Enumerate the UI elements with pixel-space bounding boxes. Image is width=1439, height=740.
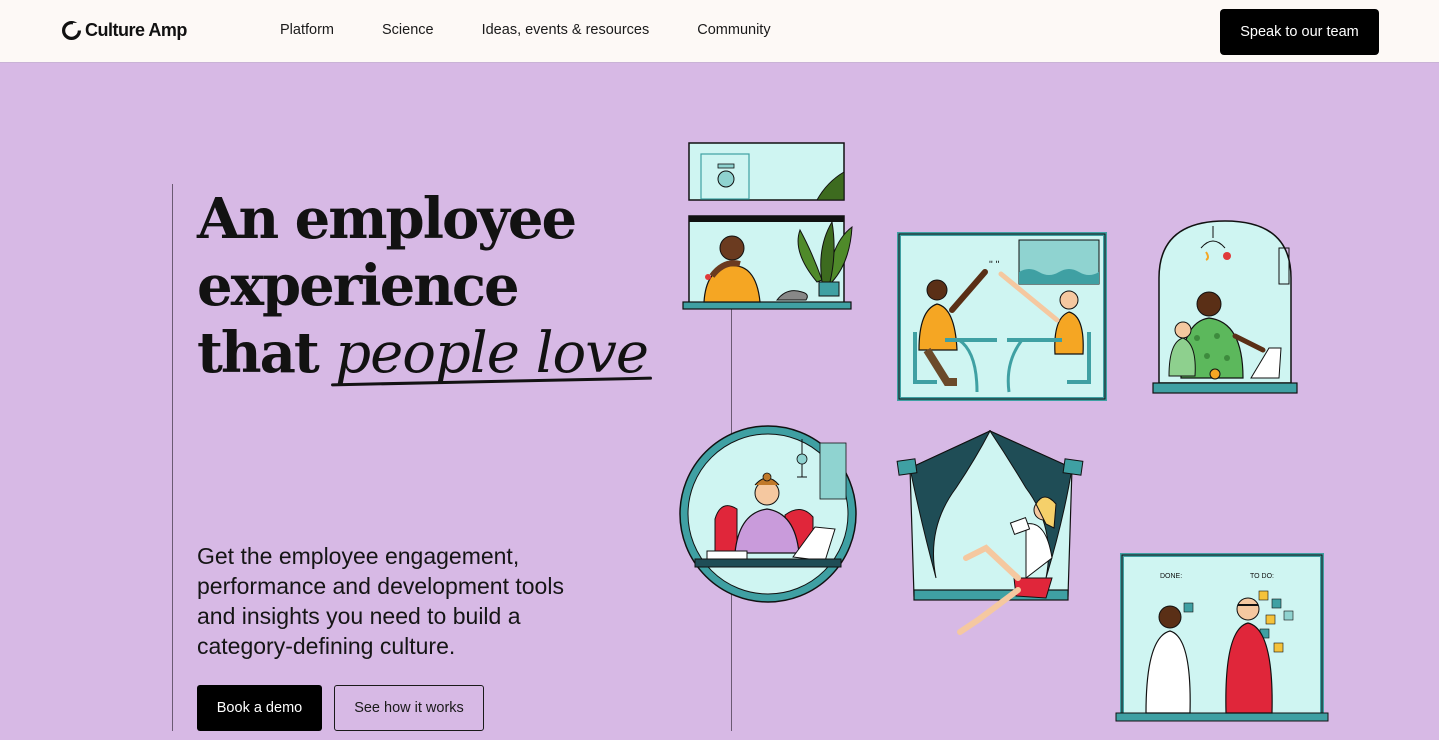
see-how-it-works-button[interactable]: See how it works [334, 685, 484, 731]
speak-to-our-team-button[interactable]: Speak to our team [1220, 9, 1379, 55]
nav-item-platform[interactable]: Platform [280, 22, 334, 38]
high-five-coworkers-illustration: ʹʹ ʹʹ [897, 232, 1107, 401]
stretching-at-desk-illustration [682, 142, 853, 310]
svg-text:ʹʹ ʹʹ: ʹʹ ʹʹ [989, 260, 1000, 271]
culture-amp-logo-icon [62, 21, 81, 40]
headline-line-3: that [197, 320, 320, 386]
headline-line-2: experience [197, 253, 520, 319]
culture-amp-logo[interactable]: Culture Amp [62, 20, 187, 41]
hero-subcopy: Get the employee engagement, performance… [197, 543, 564, 659]
headline-script-accent: people love [335, 321, 649, 386]
logo-text: Culture Amp [85, 20, 187, 40]
top-navigation-bar: Culture Amp Platform Science Ideas, even… [0, 0, 1439, 63]
headline-line-1: An employee [197, 186, 577, 252]
book-a-demo-button[interactable]: Book a demo [197, 685, 322, 731]
nav-item-science[interactable]: Science [382, 22, 434, 38]
nav-item-community[interactable]: Community [697, 22, 770, 38]
sticky-notes-board-illustration: DONE: TO DO: [1115, 553, 1329, 722]
board-label-done: DONE: [1160, 573, 1182, 580]
nav-item-ideas-events-resources[interactable]: Ideas, events & resources [482, 22, 650, 38]
hero-headline: An employee experience that people love [197, 186, 649, 387]
thinking-at-laptop-illustration [679, 425, 857, 603]
main-nav: Platform Science Ideas, events & resourc… [280, 22, 771, 38]
relaxing-with-notebook-illustration [896, 429, 1084, 635]
decorative-vertical-line [172, 184, 173, 731]
parent-working-with-baby-illustration [1152, 220, 1298, 394]
board-label-todo: TO DO: [1250, 573, 1274, 580]
